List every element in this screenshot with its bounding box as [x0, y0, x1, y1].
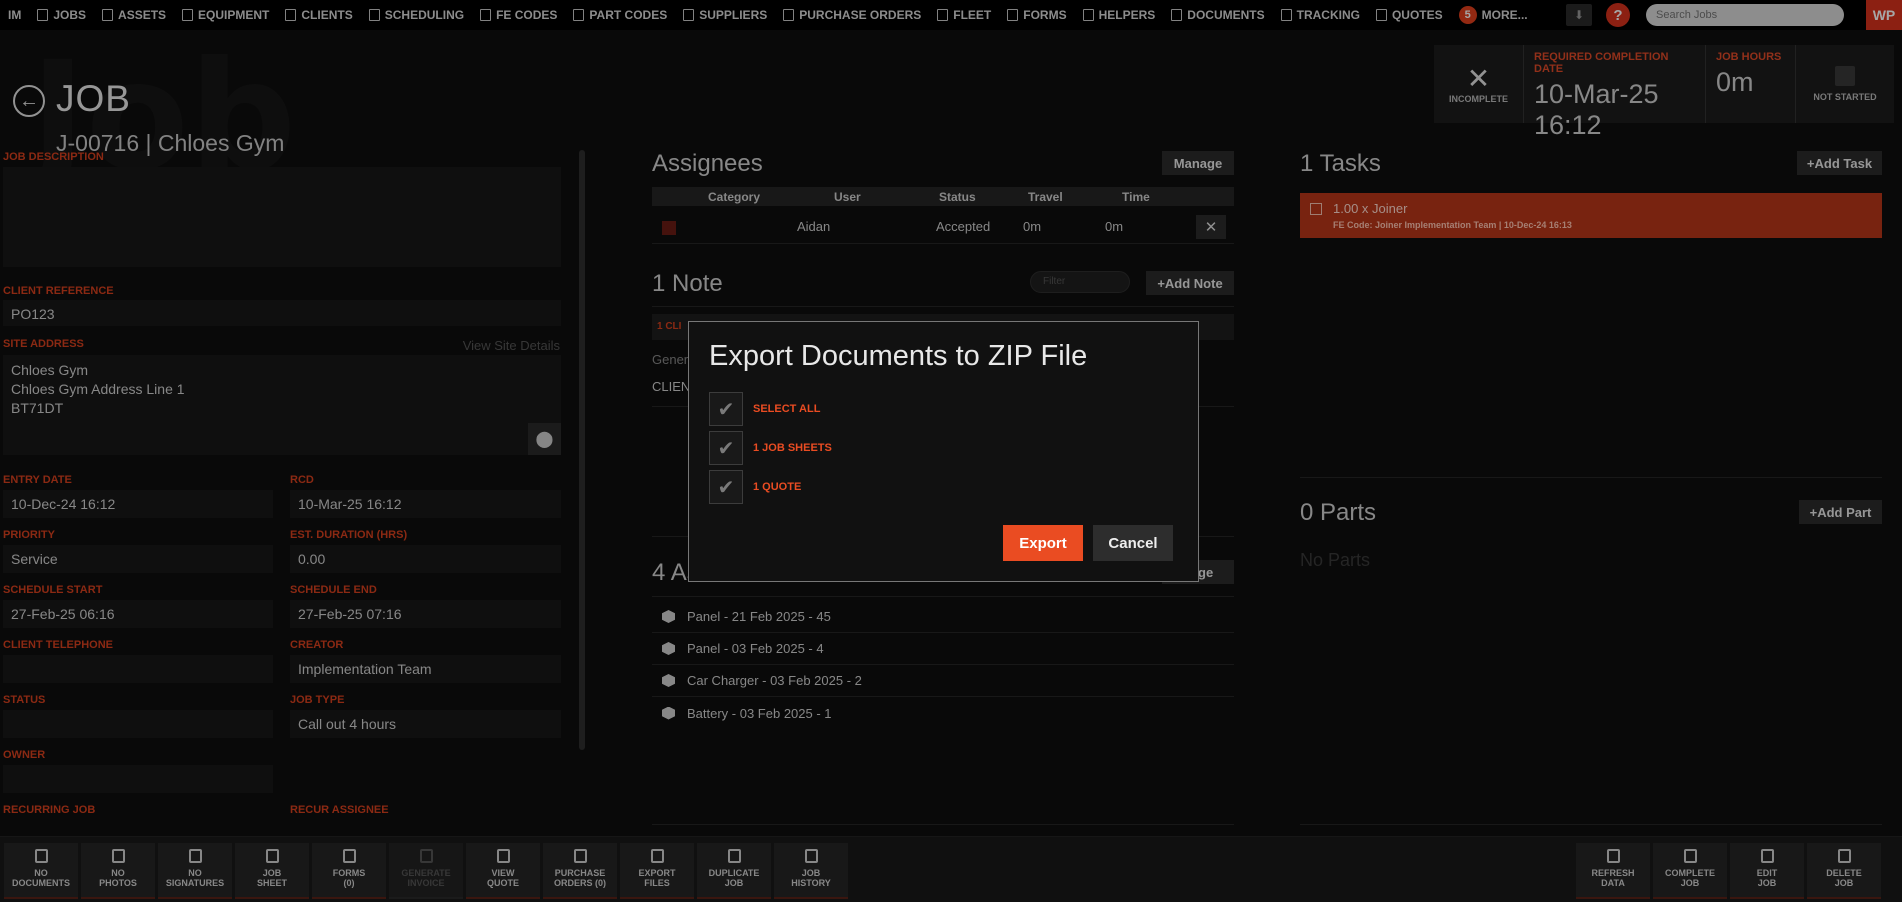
option-label: 1 JOB SHEETS: [753, 442, 832, 454]
select-all-option[interactable]: ✔ SELECT ALL: [709, 392, 820, 426]
checkmark-icon[interactable]: ✔: [709, 431, 743, 465]
checkmark-icon[interactable]: ✔: [709, 392, 743, 426]
export-zip-modal: Export Documents to ZIP File ✔ SELECT AL…: [688, 321, 1199, 582]
checkmark-icon[interactable]: ✔: [709, 470, 743, 504]
modal-title: Export Documents to ZIP File: [709, 340, 1088, 372]
option-label: 1 QUOTE: [753, 481, 802, 493]
quote-option[interactable]: ✔ 1 QUOTE: [709, 470, 801, 504]
job-sheets-option[interactable]: ✔ 1 JOB SHEETS: [709, 431, 832, 465]
option-label: SELECT ALL: [753, 403, 821, 415]
cancel-button[interactable]: Cancel: [1093, 525, 1173, 561]
export-button[interactable]: Export: [1003, 525, 1083, 561]
